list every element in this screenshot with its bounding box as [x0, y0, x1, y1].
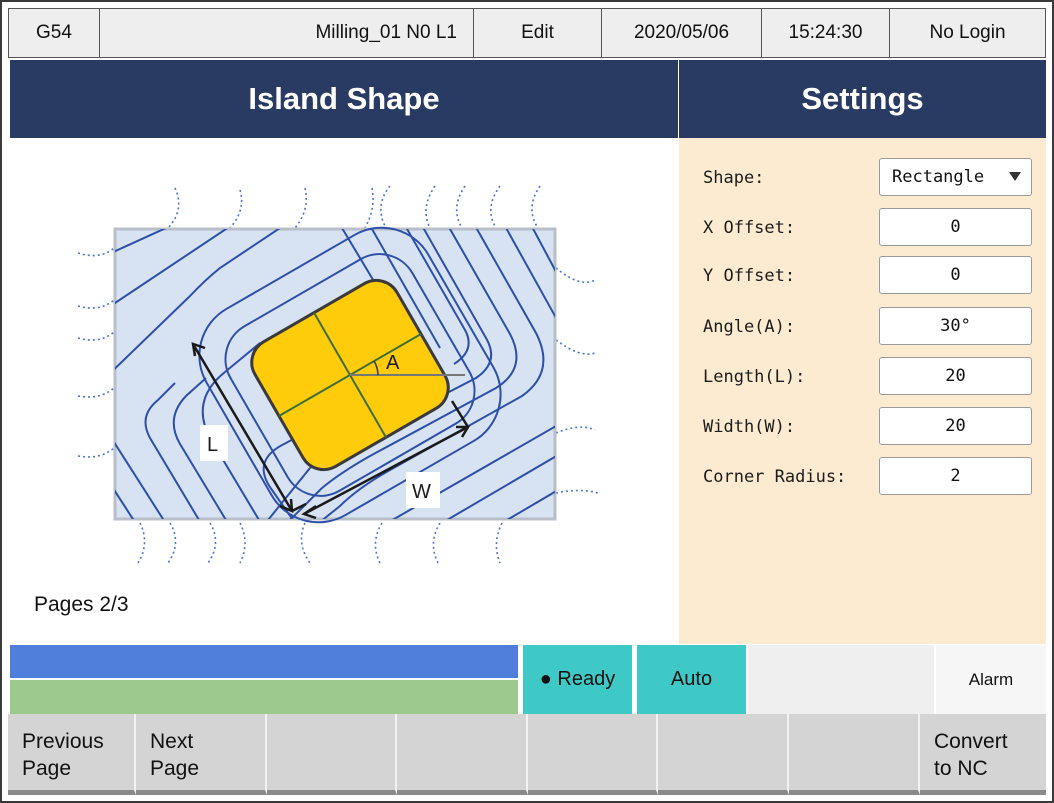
softkey-7[interactable]: [789, 714, 920, 795]
page-indicator: Pages 2/3: [34, 593, 129, 616]
setting-row-corner-radius: Corner Radius: 2: [679, 457, 1046, 497]
width-label-text: Width(W):: [703, 417, 796, 437]
x-offset-label: X Offset:: [703, 218, 796, 238]
mode-indicator: Edit: [473, 8, 602, 58]
length-input[interactable]: 20: [879, 357, 1032, 395]
time-display: 15:24:30: [761, 8, 890, 58]
shape-value: Rectangle: [892, 167, 985, 187]
top-status-bar: G54 Milling_01 N0 L1 Edit 2020/05/06 15:…: [8, 8, 1046, 58]
softkey-bar: Previous Page Next Page Convert to NC: [8, 714, 1046, 795]
length-label: L: [207, 434, 218, 456]
coord-system: G54: [8, 8, 100, 58]
status-bar-blue: [10, 645, 518, 678]
angle-label-text: Angle(A):: [703, 317, 796, 337]
convert-to-nc-button[interactable]: Convert to NC: [920, 714, 1046, 795]
previous-page-button[interactable]: Previous Page: [8, 714, 136, 795]
island-shape-diagram: A L W: [77, 185, 599, 564]
program-name: Milling_01 N0 L1: [99, 8, 474, 58]
setting-row-angle: Angle(A): 30°: [679, 307, 1046, 347]
length-label-text: Length(L):: [703, 367, 806, 387]
corner-radius-input[interactable]: 2: [879, 457, 1032, 495]
login-status[interactable]: No Login: [889, 8, 1046, 58]
setting-row-shape: Shape: Rectangle: [679, 158, 1046, 198]
softkey-4[interactable]: [397, 714, 528, 795]
setting-row-length: Length(L): 20: [679, 357, 1046, 397]
softkey-6[interactable]: [658, 714, 789, 795]
setting-row-x-offset: X Offset: 0: [679, 208, 1046, 248]
alarm-indicator[interactable]: Alarm: [936, 645, 1046, 714]
auto-mode-status: Auto: [637, 645, 746, 714]
setting-row-width: Width(W): 20: [679, 407, 1046, 447]
softkey-3[interactable]: [267, 714, 397, 795]
width-label: W: [412, 481, 431, 503]
date-display: 2020/05/06: [601, 8, 762, 58]
width-input[interactable]: 20: [879, 407, 1032, 445]
shape-preview-area: A L W: [10, 138, 678, 644]
shape-dropdown[interactable]: Rectangle: [879, 158, 1032, 196]
next-page-button[interactable]: Next Page: [136, 714, 267, 795]
island-shape-title: Island Shape: [10, 60, 678, 138]
dropdown-arrow-icon: [1009, 172, 1021, 181]
setting-row-y-offset: Y Offset: 0: [679, 256, 1046, 296]
status-blank: [748, 645, 934, 714]
ready-status: ● Ready: [523, 645, 632, 714]
status-bar-green: [10, 680, 518, 714]
angle-input[interactable]: 30°: [879, 307, 1032, 345]
y-offset-input[interactable]: 0: [879, 256, 1032, 294]
shape-label: Shape:: [703, 168, 765, 188]
corner-radius-label: Corner Radius:: [703, 467, 847, 487]
settings-title: Settings: [679, 60, 1046, 138]
x-offset-input[interactable]: 0: [879, 208, 1032, 246]
settings-panel: Shape: Rectangle X Offset: 0 Y Offset: 0…: [679, 138, 1046, 644]
y-offset-label: Y Offset:: [703, 266, 796, 286]
angle-label: A: [386, 352, 400, 374]
softkey-5[interactable]: [528, 714, 658, 795]
